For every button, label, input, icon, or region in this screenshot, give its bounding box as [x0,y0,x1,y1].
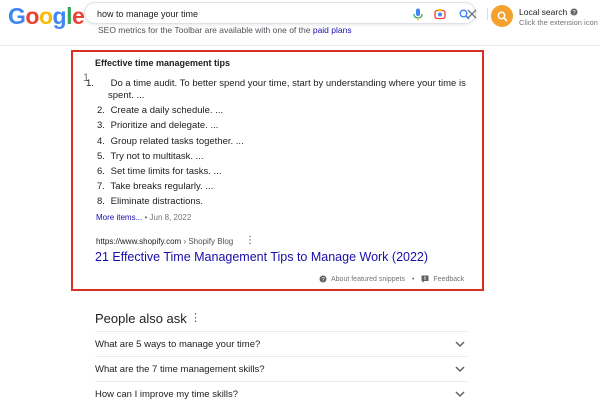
local-search-label: Local search [519,7,568,17]
list-item-text: Try not to multitask. ... [110,150,204,162]
list-item-number: 8. [97,196,105,208]
help-circle-icon: ? [319,275,327,283]
snippet-list-item: 6. Set time limits for tasks. ... [97,166,467,178]
feedback-link[interactable]: Feedback [433,276,464,283]
seo-toolbar-text: SEO metrics for the Toolbar are availabl… [98,25,311,35]
google-logo[interactable]: Google [8,3,85,30]
list-item-text: Create a daily schedule. ... [110,105,224,117]
more-options-icon[interactable]: ⋮ [190,311,201,325]
people-also-ask-title: People also ask [95,311,187,326]
paa-question-row[interactable]: How can I improve my time skills? [95,381,467,403]
local-search-button[interactable] [491,5,513,27]
chevron-down-icon[interactable] [455,340,465,348]
list-item-number: 2. [97,105,105,117]
list-item-text: Group related tasks together. ... [110,135,244,147]
list-item-text: Prioritize and delegate. ... [110,120,219,132]
snippet-date: Jun 8, 2022 [149,213,192,222]
chevron-down-icon[interactable] [455,390,465,398]
logo-letter: o [38,3,53,29]
snippet-list-item: 1. Do a time audit. To better spend your… [86,78,467,102]
source-line[interactable]: https://www.shopify.com › Shopify Blog [96,237,233,246]
snippet-list-item: 3. Prioritize and delegate. ... [97,120,467,132]
search-icon[interactable] [457,7,471,21]
list-item-number: 6. [97,165,105,177]
paa-question-text: What are the 7 time management skills? [95,364,265,375]
list-item-number: 4. [97,135,105,147]
paa-question-row[interactable]: What are the 7 time management skills? [95,356,467,381]
more-items-link[interactable]: More items... [96,213,142,222]
list-item-text: Set time limits for tasks. ... [110,165,222,177]
separator-dot: • [144,213,148,222]
list-item-text: Do a time audit. To better spend your ti… [108,78,466,101]
header: Google SEO met [0,0,600,46]
camera-lens-icon[interactable] [433,7,447,21]
logo-letter: o [25,3,39,29]
list-item-number: 3. [97,120,105,132]
seo-toolbar-notice: SEO metrics for the Toolbar are availabl… [98,25,352,35]
list-item-number: 7. [97,181,105,193]
search-divider [487,8,488,20]
local-search-subtitle: Click the extension icon to [519,18,600,27]
result-title-link[interactable]: 21 Effective Time Management Tips to Man… [95,250,428,264]
snippet-list: 1. Do a time audit. To better spend your… [86,78,467,212]
source-url: https://www.shopify.com [96,237,182,246]
snippet-list-item: 5. Try not to multitask. ... [97,151,467,163]
list-item-text: Eliminate distractions. [110,196,204,208]
list-item-number: 1. [86,78,94,89]
snippet-list-item: 7. Take breaks regularly. ... [97,181,467,193]
about-featured-snippets-link[interactable]: About featured snippets [331,276,405,283]
snippet-footer: ? About featured snippets • Feedback [319,275,464,283]
feedback-icon [421,275,429,283]
logo-letter: e [71,3,85,29]
list-item-number: 5. [97,150,105,162]
people-also-ask-list: What are 5 ways to manage your time? What… [95,331,467,403]
search-input[interactable] [97,6,377,21]
snippet-list-item: 8. Eliminate distractions. [97,196,467,208]
snippet-list-item: 4. Group related tasks together. ... [97,136,467,148]
featured-snippet: Effective time management tips 1 1. Do a… [71,50,484,291]
paid-plans-link[interactable]: paid plans [313,25,352,35]
source-breadcrumb: › Shopify Blog [183,237,234,246]
search-icon [497,11,508,22]
help-circle-icon[interactable]: ? [570,8,578,16]
search-box[interactable] [84,2,488,24]
more-options-icon[interactable]: ⋮ [245,235,255,247]
more-items-line: More items... • Jun 8, 2022 [96,213,191,222]
paa-question-text: How can I improve my time skills? [95,389,239,400]
list-item-text: Take breaks regularly. ... [110,181,214,193]
paa-question-text: What are 5 ways to manage your time? [95,339,261,350]
logo-letter: g [52,3,67,29]
local-search-title: Local search ? [519,7,578,17]
footer-separator: • [411,275,415,283]
snippet-list-item: 2. Create a daily schedule. ... [97,105,467,117]
microphone-icon[interactable] [411,7,425,21]
snippet-title: Effective time management tips [95,58,231,68]
chevron-down-icon[interactable] [455,365,465,373]
logo-letter: G [8,3,26,29]
paa-question-row[interactable]: What are 5 ways to manage your time? [95,331,467,356]
